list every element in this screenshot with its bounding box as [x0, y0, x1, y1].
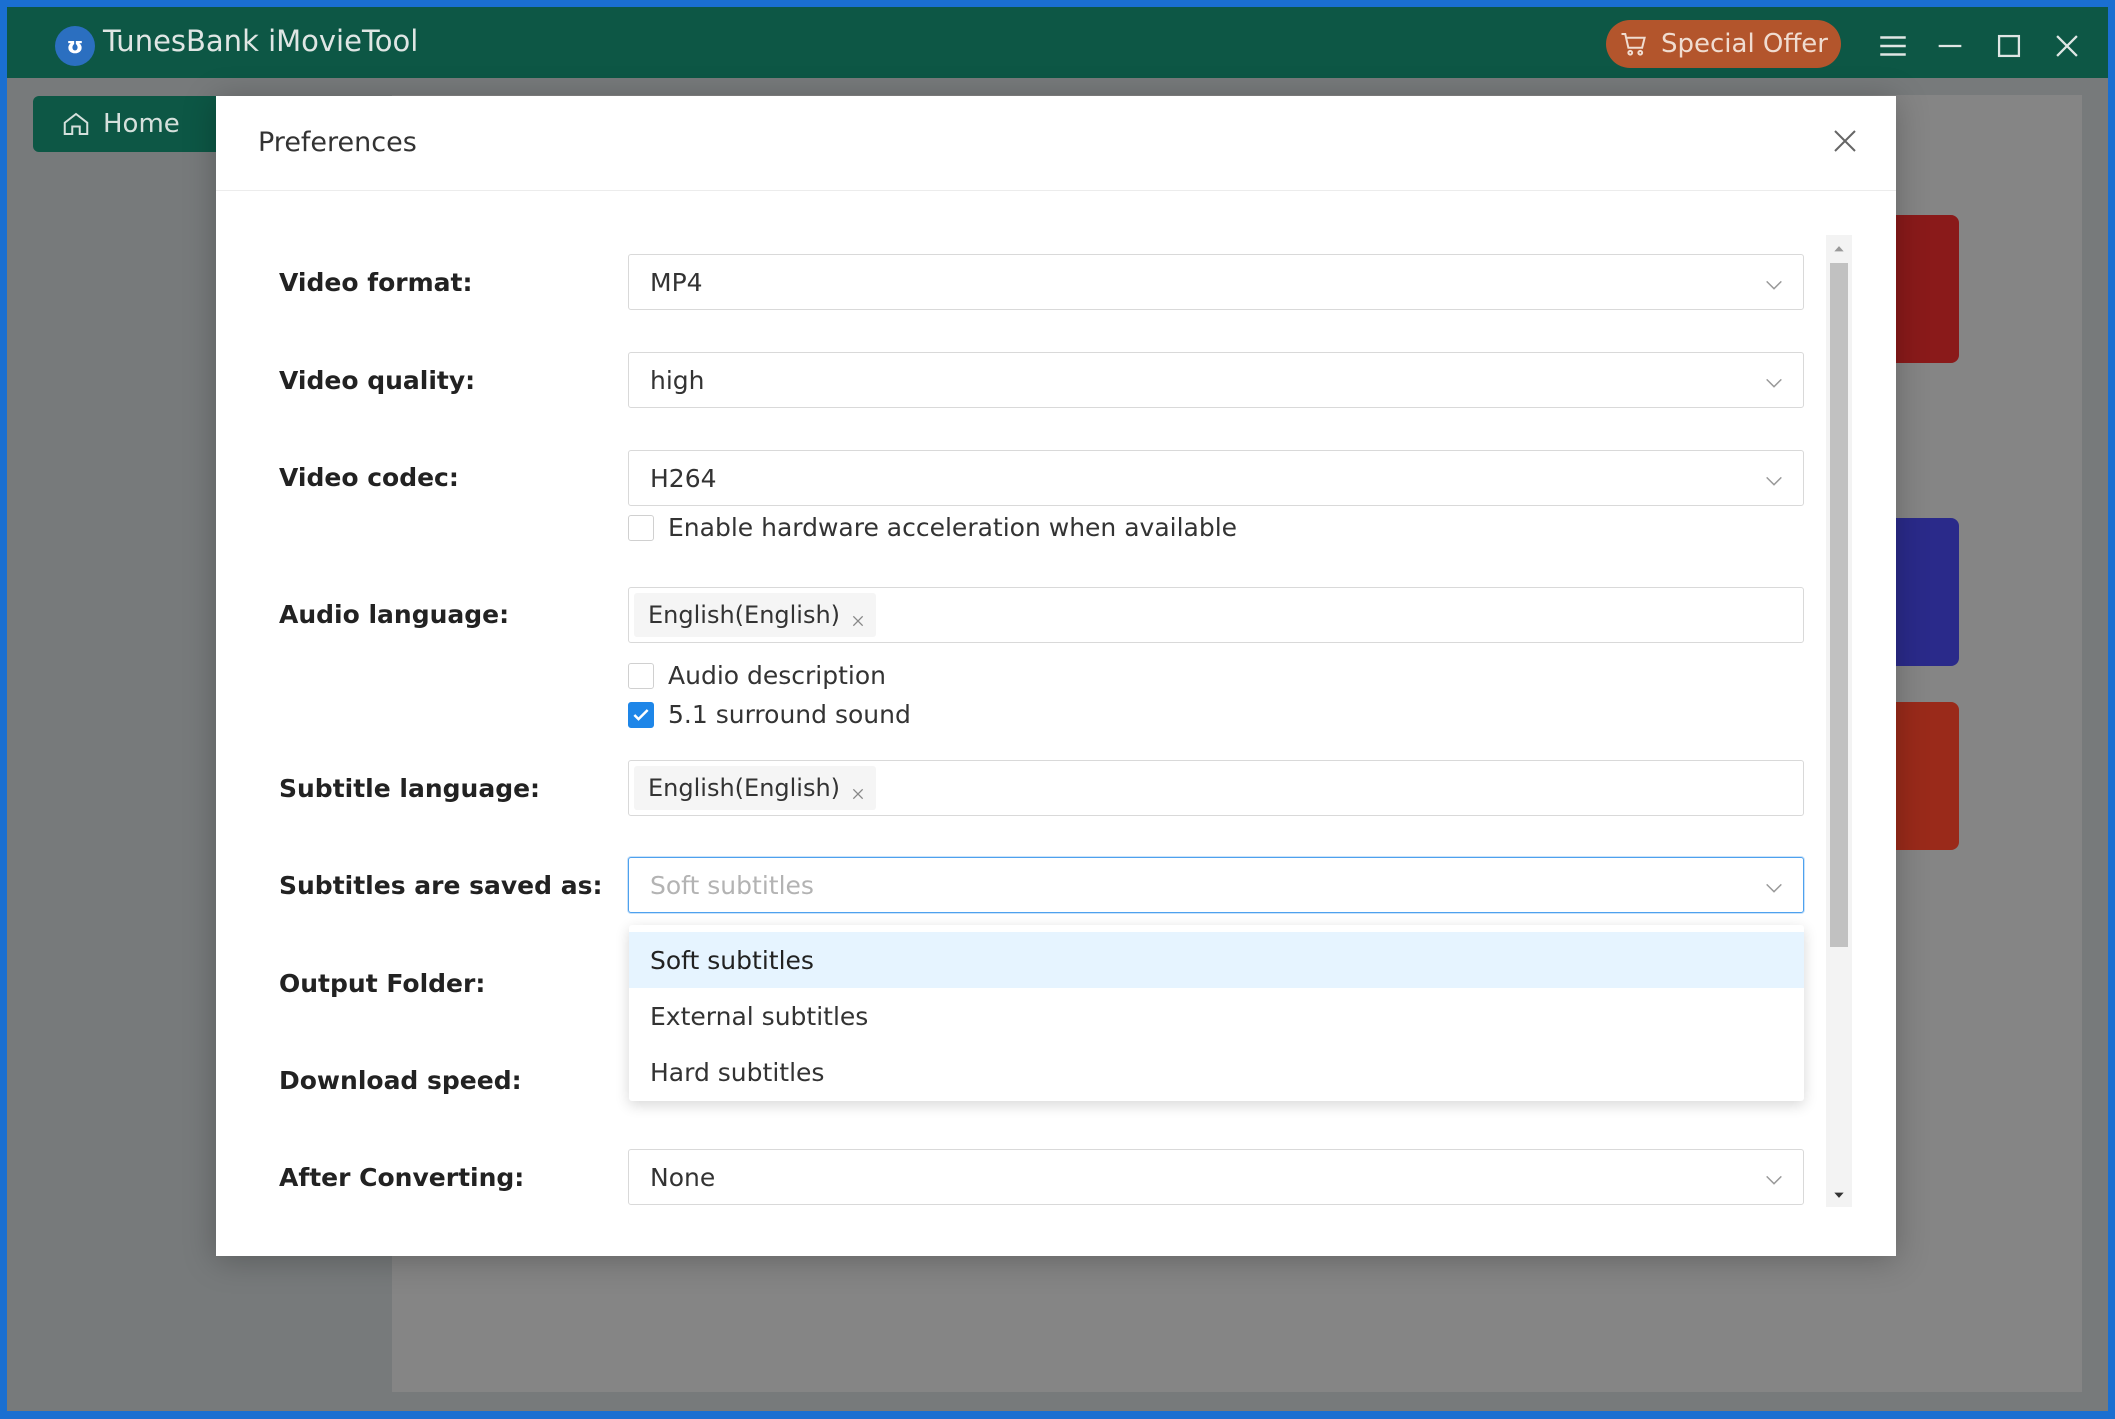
chevron-down-icon	[1763, 1168, 1785, 1190]
tag-remove-icon[interactable]	[850, 607, 866, 627]
after-converting-label: After Converting:	[279, 1163, 525, 1192]
cart-icon	[1621, 33, 1646, 56]
video-codec-value: H264	[650, 463, 717, 493]
dialog-title: Preferences	[258, 127, 417, 158]
download-speed-label: Download speed:	[279, 1066, 522, 1095]
maximize-icon[interactable]	[1992, 29, 2026, 63]
home-tab[interactable]: Home	[33, 96, 223, 152]
video-codec-select[interactable]: H264	[628, 450, 1804, 506]
dropdown-option-soft-subtitles[interactable]: Soft subtitles	[629, 932, 1804, 988]
surround-sound-label: 5.1 surround sound	[668, 700, 911, 729]
audio-language-tag-input[interactable]: English(English)	[628, 587, 1804, 643]
subtitles-saved-as-placeholder: Soft subtitles	[650, 870, 814, 900]
scroll-up-arrow-icon[interactable]	[1832, 241, 1846, 255]
surround-sound-checkbox[interactable]	[628, 701, 654, 728]
scrollbar-thumb[interactable]	[1830, 263, 1848, 947]
audio-description-checkbox[interactable]	[628, 662, 654, 689]
video-quality-label: Video quality:	[279, 366, 476, 395]
minimize-icon[interactable]	[1933, 29, 1967, 63]
chevron-down-icon	[1763, 273, 1785, 295]
tag-remove-icon[interactable]	[850, 780, 866, 800]
window-close-icon[interactable]	[2050, 29, 2084, 63]
subtitles-saved-as-select[interactable]: Soft subtitles	[628, 857, 1804, 913]
hw-accel-checkbox[interactable]	[628, 514, 654, 541]
dialog-scrollbar[interactable]	[1826, 235, 1852, 1207]
video-format-label: Video format:	[279, 268, 473, 297]
app-logo-icon: ʊ	[55, 26, 95, 66]
subtitle-language-label: Subtitle language:	[279, 774, 541, 803]
audio-description-label: Audio description	[668, 661, 887, 690]
output-folder-label: Output Folder:	[279, 969, 486, 998]
special-offer-button[interactable]: Special Offer	[1606, 20, 1841, 68]
home-icon	[63, 112, 89, 135]
background-card-orange	[1887, 702, 1959, 850]
audio-language-tag: English(English)	[634, 593, 877, 637]
video-quality-select[interactable]: high	[628, 352, 1804, 408]
hw-accel-checkbox-row[interactable]: Enable hardware acceleration when availa…	[628, 513, 1237, 542]
video-codec-label: Video codec:	[279, 463, 459, 492]
subtitle-language-tag: English(English)	[634, 766, 877, 810]
app-logo-glyph: ʊ	[66, 33, 84, 59]
home-label: Home	[103, 109, 180, 139]
app-title: TunesBank iMovieTool	[103, 24, 419, 58]
dialog-close-icon[interactable]	[1830, 126, 1860, 156]
dropdown-option-external-subtitles[interactable]: External subtitles	[629, 988, 1804, 1044]
chevron-down-icon	[1763, 371, 1785, 393]
after-converting-value: None	[650, 1162, 716, 1192]
subtitle-language-tag-input[interactable]: English(English)	[628, 760, 1804, 816]
after-converting-select[interactable]: None	[628, 1149, 1804, 1205]
surround-sound-row[interactable]: 5.1 surround sound	[628, 700, 911, 729]
subtitles-saved-as-label: Subtitles are saved as:	[279, 871, 603, 900]
dropdown-option-hard-subtitles[interactable]: Hard subtitles	[629, 1044, 1804, 1100]
background-card-red	[1887, 215, 1959, 363]
audio-language-tag-text: English(English)	[648, 601, 841, 629]
title-bar: ʊ TunesBank iMovieTool Special Offer	[7, 7, 2108, 78]
audio-language-label: Audio language:	[279, 600, 510, 629]
scroll-down-arrow-icon[interactable]	[1832, 1187, 1846, 1201]
chevron-down-icon	[1763, 469, 1785, 491]
dialog-header: Preferences	[216, 96, 1896, 191]
chevron-down-icon	[1763, 876, 1785, 898]
preferences-dialog: Preferences Video format: MP4 Video qual…	[216, 96, 1896, 1256]
hw-accel-label: Enable hardware acceleration when availa…	[668, 513, 1238, 542]
video-format-value: MP4	[650, 267, 703, 297]
special-offer-label: Special Offer	[1660, 29, 1828, 59]
checkmark-icon	[633, 708, 649, 721]
subtitles-saved-as-dropdown: Soft subtitles External subtitles Hard s…	[629, 925, 1804, 1101]
audio-description-row[interactable]: Audio description	[628, 661, 886, 690]
video-quality-value: high	[650, 365, 705, 395]
video-format-select[interactable]: MP4	[628, 254, 1804, 310]
background-card-blue	[1887, 518, 1959, 666]
subtitle-language-tag-text: English(English)	[648, 774, 841, 802]
menu-icon[interactable]	[1876, 29, 1910, 63]
